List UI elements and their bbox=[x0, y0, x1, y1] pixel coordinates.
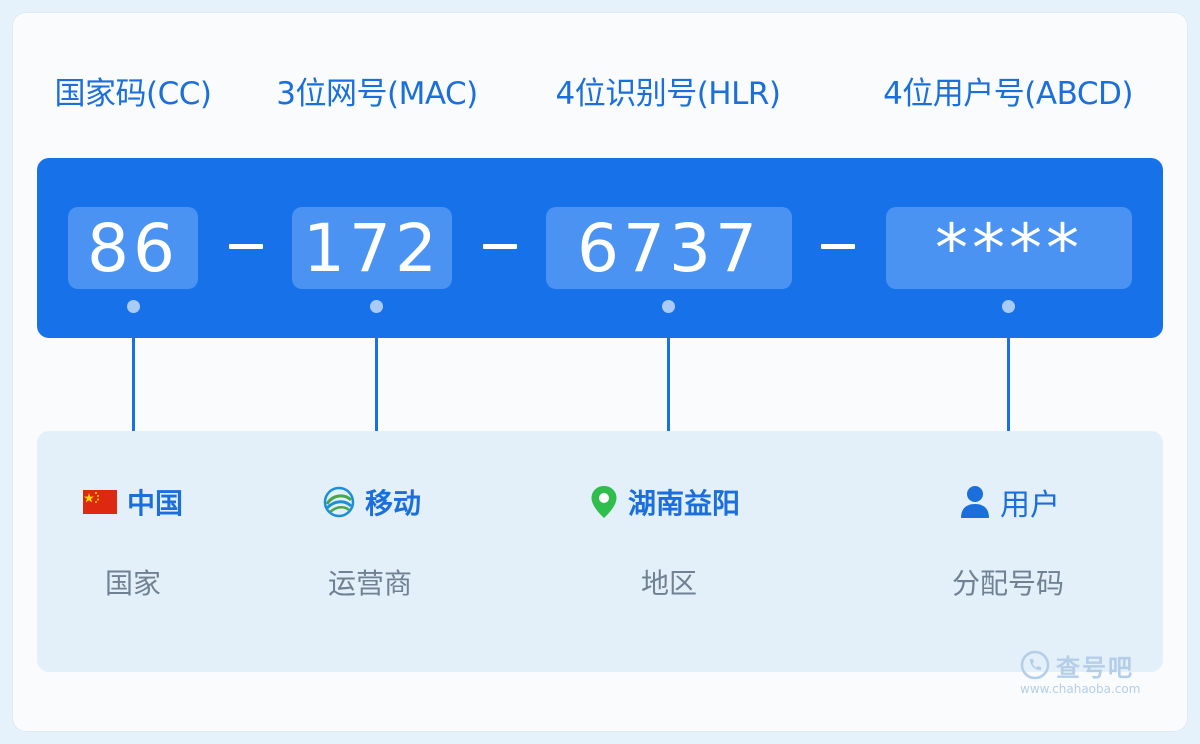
connector-line bbox=[375, 338, 378, 431]
separator-dash bbox=[483, 244, 517, 249]
info-card bbox=[37, 431, 1163, 672]
connector-dot bbox=[370, 300, 383, 313]
user-icon bbox=[960, 485, 990, 519]
segment-user-code: **** bbox=[886, 207, 1132, 289]
location-pin-icon bbox=[590, 485, 618, 519]
info-operator-subtitle: 运营商 bbox=[327, 567, 413, 600]
info-user: 用户 bbox=[960, 482, 1060, 523]
info-country-subtitle: 国家 bbox=[104, 567, 162, 600]
separator-dash bbox=[229, 244, 263, 249]
header-hlr-code: 4位识别号(HLR) bbox=[555, 76, 781, 112]
watermark: 查号吧 www.chahaoba.com bbox=[1020, 648, 1160, 698]
info-user-subtitle: 分配号码 bbox=[951, 567, 1065, 600]
info-region-title: 湖南益阳 bbox=[627, 487, 741, 520]
china-mobile-logo-icon bbox=[323, 486, 355, 518]
connector-dot bbox=[662, 300, 675, 313]
info-region-subtitle: 地区 bbox=[640, 567, 698, 600]
header-country-code: 国家码(CC) bbox=[54, 76, 212, 112]
watermark-brand: 查号吧 bbox=[1056, 654, 1134, 682]
info-operator-title: 移动 bbox=[364, 487, 422, 520]
connector-line bbox=[1007, 338, 1010, 431]
connector-dot bbox=[127, 300, 140, 313]
info-country-title: 中国 bbox=[126, 487, 184, 520]
info-region: 湖南益阳 bbox=[590, 482, 740, 522]
phone-logo-icon bbox=[1020, 650, 1050, 680]
info-user-title: 用户 bbox=[1000, 488, 1060, 523]
header-user-code: 4位用户号(ABCD) bbox=[883, 76, 1133, 112]
info-country: 中国 bbox=[82, 482, 184, 522]
segment-hlr-code: 6737 bbox=[546, 207, 792, 289]
connector-dot bbox=[1002, 300, 1015, 313]
china-flag-icon bbox=[82, 490, 117, 514]
separator-dash bbox=[821, 244, 855, 249]
header-network-code: 3位网号(MAC) bbox=[276, 76, 478, 112]
connector-line bbox=[667, 338, 670, 431]
info-operator: 移动 bbox=[323, 482, 421, 522]
connector-line bbox=[132, 338, 135, 431]
segment-country-code: 86 bbox=[68, 207, 198, 289]
segment-network-code: 172 bbox=[292, 207, 452, 289]
watermark-url: www.chahaoba.com bbox=[1020, 682, 1141, 696]
